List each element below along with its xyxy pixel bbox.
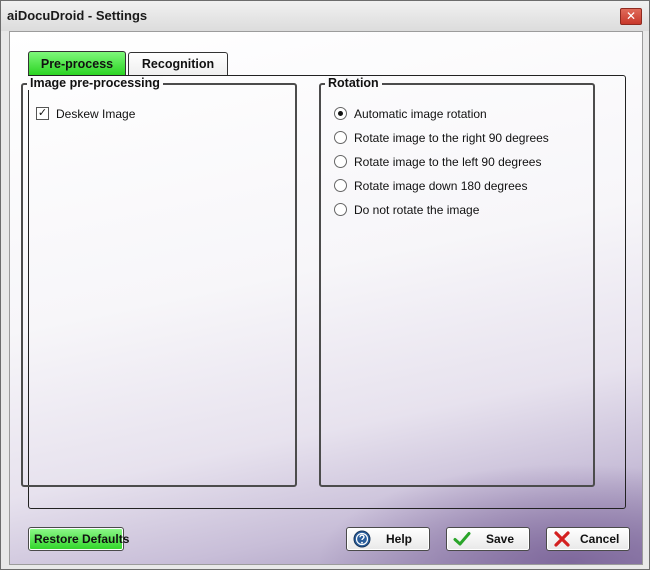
rotation-option-down-180[interactable]: Rotate image down 180 degrees <box>334 179 574 195</box>
rotation-option-label: Rotate image to the left 90 degrees <box>354 155 542 169</box>
restore-defaults-label: Restore Defaults <box>34 532 130 546</box>
title-bar[interactable]: aiDocuDroid - Settings ✕ <box>1 1 649 31</box>
tab-recognition[interactable]: Recognition <box>128 52 228 76</box>
help-button[interactable]: Help <box>346 527 430 551</box>
check-icon: ✓ <box>37 107 48 119</box>
image-preprocessing-group: Image pre-processing ✓ Deskew Image <box>21 76 297 487</box>
rotation-option-label: Rotate image to the right 90 degrees <box>354 131 549 145</box>
rotation-option-label: Do not rotate the image <box>354 203 480 217</box>
rotation-option-label: Automatic image rotation <box>354 107 487 121</box>
radio-button-selected[interactable] <box>334 107 347 120</box>
radio-button[interactable] <box>334 203 347 216</box>
radio-button[interactable] <box>334 155 347 168</box>
save-label: Save <box>486 532 515 546</box>
radio-button[interactable] <box>334 179 347 192</box>
tab-pre-process[interactable]: Pre-process <box>28 51 126 76</box>
restore-defaults-button[interactable]: Restore Defaults <box>28 527 129 551</box>
rotation-option-automatic[interactable]: Automatic image rotation <box>334 107 574 123</box>
rotation-option-right-90[interactable]: Rotate image to the right 90 degrees <box>334 131 574 147</box>
rotation-title: Rotation <box>325 76 382 90</box>
close-icon: ✕ <box>625 9 637 23</box>
rotation-option-left-90[interactable]: Rotate image to the left 90 degrees <box>334 155 574 171</box>
rotation-option-label: Rotate image down 180 degrees <box>354 179 528 193</box>
save-button[interactable]: Save <box>446 527 530 551</box>
rotation-option-none[interactable]: Do not rotate the image <box>334 203 574 219</box>
deskew-checkbox[interactable]: ✓ <box>36 107 49 120</box>
deskew-label: Deskew Image <box>56 107 136 121</box>
window-title: aiDocuDroid - Settings <box>7 8 148 23</box>
close-button[interactable]: ✕ <box>620 8 642 25</box>
cancel-label: Cancel <box>580 532 620 546</box>
settings-window: aiDocuDroid - Settings ✕ Pre-process Rec… <box>0 0 650 570</box>
help-label: Help <box>386 532 413 546</box>
x-icon <box>554 531 570 547</box>
deskew-option[interactable]: ✓ Deskew Image <box>36 107 236 123</box>
image-preprocessing-title: Image pre-processing <box>27 76 163 90</box>
rotation-group: Rotation Automatic image rotation Rotate… <box>319 76 595 487</box>
checkmark-icon <box>453 532 471 546</box>
help-icon <box>353 530 371 548</box>
cancel-button[interactable]: Cancel <box>546 527 630 551</box>
dialog-body: Pre-process Recognition Image pre-proces… <box>9 31 643 565</box>
radio-button[interactable] <box>334 131 347 144</box>
